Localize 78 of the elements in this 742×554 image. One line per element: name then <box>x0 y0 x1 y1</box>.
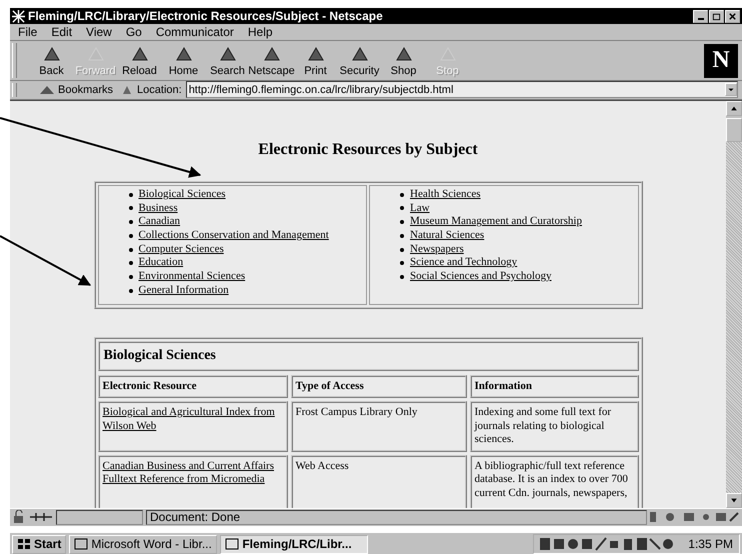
window-icon <box>74 537 88 551</box>
menu-item[interactable]: Communicator <box>150 25 240 40</box>
bullet-icon <box>400 192 404 197</box>
menu-item[interactable]: Go <box>120 25 148 40</box>
bullet-icon <box>400 206 404 210</box>
clock: 1:35 PM <box>688 537 733 551</box>
bullet-icon <box>128 261 132 266</box>
subject-link[interactable]: Law <box>410 202 430 216</box>
minimize-button[interactable] <box>693 10 708 23</box>
bullet-icon <box>400 248 404 252</box>
subject-link[interactable]: Natural Sciences <box>410 229 484 243</box>
bullet-icon <box>128 288 132 293</box>
maximize-button[interactable] <box>709 10 724 23</box>
bullet-icon <box>128 220 132 224</box>
subject-link[interactable]: General Information <box>138 284 229 298</box>
page-heading: Electronic Resources by Subject <box>258 140 478 159</box>
toolbar-button[interactable]: Shop <box>383 42 424 80</box>
subject-link[interactable]: Social Sciences and Psychology <box>410 270 552 284</box>
scroll-thumb[interactable] <box>726 118 742 142</box>
subject-link[interactable]: Science and Technology <box>410 256 518 270</box>
window-icon <box>225 537 240 551</box>
close-icon <box>728 12 737 21</box>
taskbar-button[interactable]: Fleming/LRC/Libr... <box>220 534 368 554</box>
bullet-icon <box>128 274 132 279</box>
windows-logo-icon <box>17 537 31 551</box>
subject-link[interactable]: Computer Sciences <box>138 242 224 256</box>
location-label: Location: <box>137 84 182 96</box>
subject-link[interactable]: Newspapers <box>410 242 464 256</box>
subject-link[interactable]: Collections Conservation and Management <box>138 229 329 243</box>
triangle-icon <box>39 84 55 96</box>
subject-link[interactable]: Canadian <box>138 215 180 229</box>
maximize-icon <box>712 12 721 21</box>
scroll-down-icon[interactable] <box>726 492 742 508</box>
column-header: Information <box>470 374 638 398</box>
menu-item[interactable]: View <box>80 25 118 40</box>
menu-item[interactable]: Edit <box>45 25 78 40</box>
bullet-icon <box>128 248 132 252</box>
bullet-icon <box>400 261 404 266</box>
column-header: Type of Access <box>290 374 466 398</box>
toolbar-button[interactable]: Print <box>295 42 336 80</box>
subject-link[interactable]: Museum Management and Curatorship <box>410 215 582 229</box>
start-button[interactable]: Start <box>12 534 66 554</box>
column-header: Electronic Resource <box>98 374 288 398</box>
toolbar-button[interactable]: Home <box>163 42 204 80</box>
toolbar-button[interactable]: Back <box>31 42 72 80</box>
information-cell: Indexing and some full text for journals relating to biological sciences. <box>470 401 638 452</box>
subject-link[interactable]: Environmental Sciences <box>138 270 246 284</box>
location-field[interactable]: http://fleming0.flemingc.on.ca/lrc/library/subjectdb.html <box>186 81 738 98</box>
taskbar-button[interactable]: Microsoft Word - Libr... <box>69 534 218 554</box>
bookmarks-button[interactable]: Bookmarks <box>25 84 118 96</box>
bullet-icon <box>128 206 132 210</box>
bullet-icon <box>400 274 404 279</box>
app-icon <box>12 10 25 23</box>
scroll-up-icon[interactable] <box>726 100 742 116</box>
bullet-icon <box>128 192 132 197</box>
lock-icon <box>12 510 26 524</box>
component-bar-icons[interactable] <box>650 510 740 524</box>
bullet-icon <box>400 234 404 238</box>
subject-link[interactable]: Health Sciences <box>410 188 481 202</box>
toolbar-button[interactable]: Netscape <box>251 42 292 80</box>
n-logo: N <box>704 44 738 78</box>
menu-item[interactable]: Help <box>242 25 279 40</box>
toolbar-button[interactable]: Reload <box>119 42 160 80</box>
subject-link[interactable]: Biological Sciences <box>138 188 226 202</box>
vertical-scrollbar[interactable] <box>726 100 742 508</box>
subject-link[interactable]: Business <box>138 202 178 216</box>
section-title: Biological Sciences <box>98 340 638 371</box>
bullet-icon <box>128 234 132 238</box>
access-cell: Frost Campus Library Only <box>290 401 466 452</box>
menu-item[interactable]: File <box>12 25 44 40</box>
toolbar-button[interactable]: Search <box>207 42 248 80</box>
bullet-icon <box>400 220 404 224</box>
close-button[interactable] <box>725 10 740 23</box>
window-title: Fleming/LRC/Library/Electronic Resources/Subject - Netscape <box>28 9 384 24</box>
minimize-icon <box>698 18 704 20</box>
toolbar-button[interactable]: Security <box>339 42 380 80</box>
status-text: Document: Done <box>146 510 647 525</box>
subject-link[interactable]: Education <box>138 256 184 270</box>
